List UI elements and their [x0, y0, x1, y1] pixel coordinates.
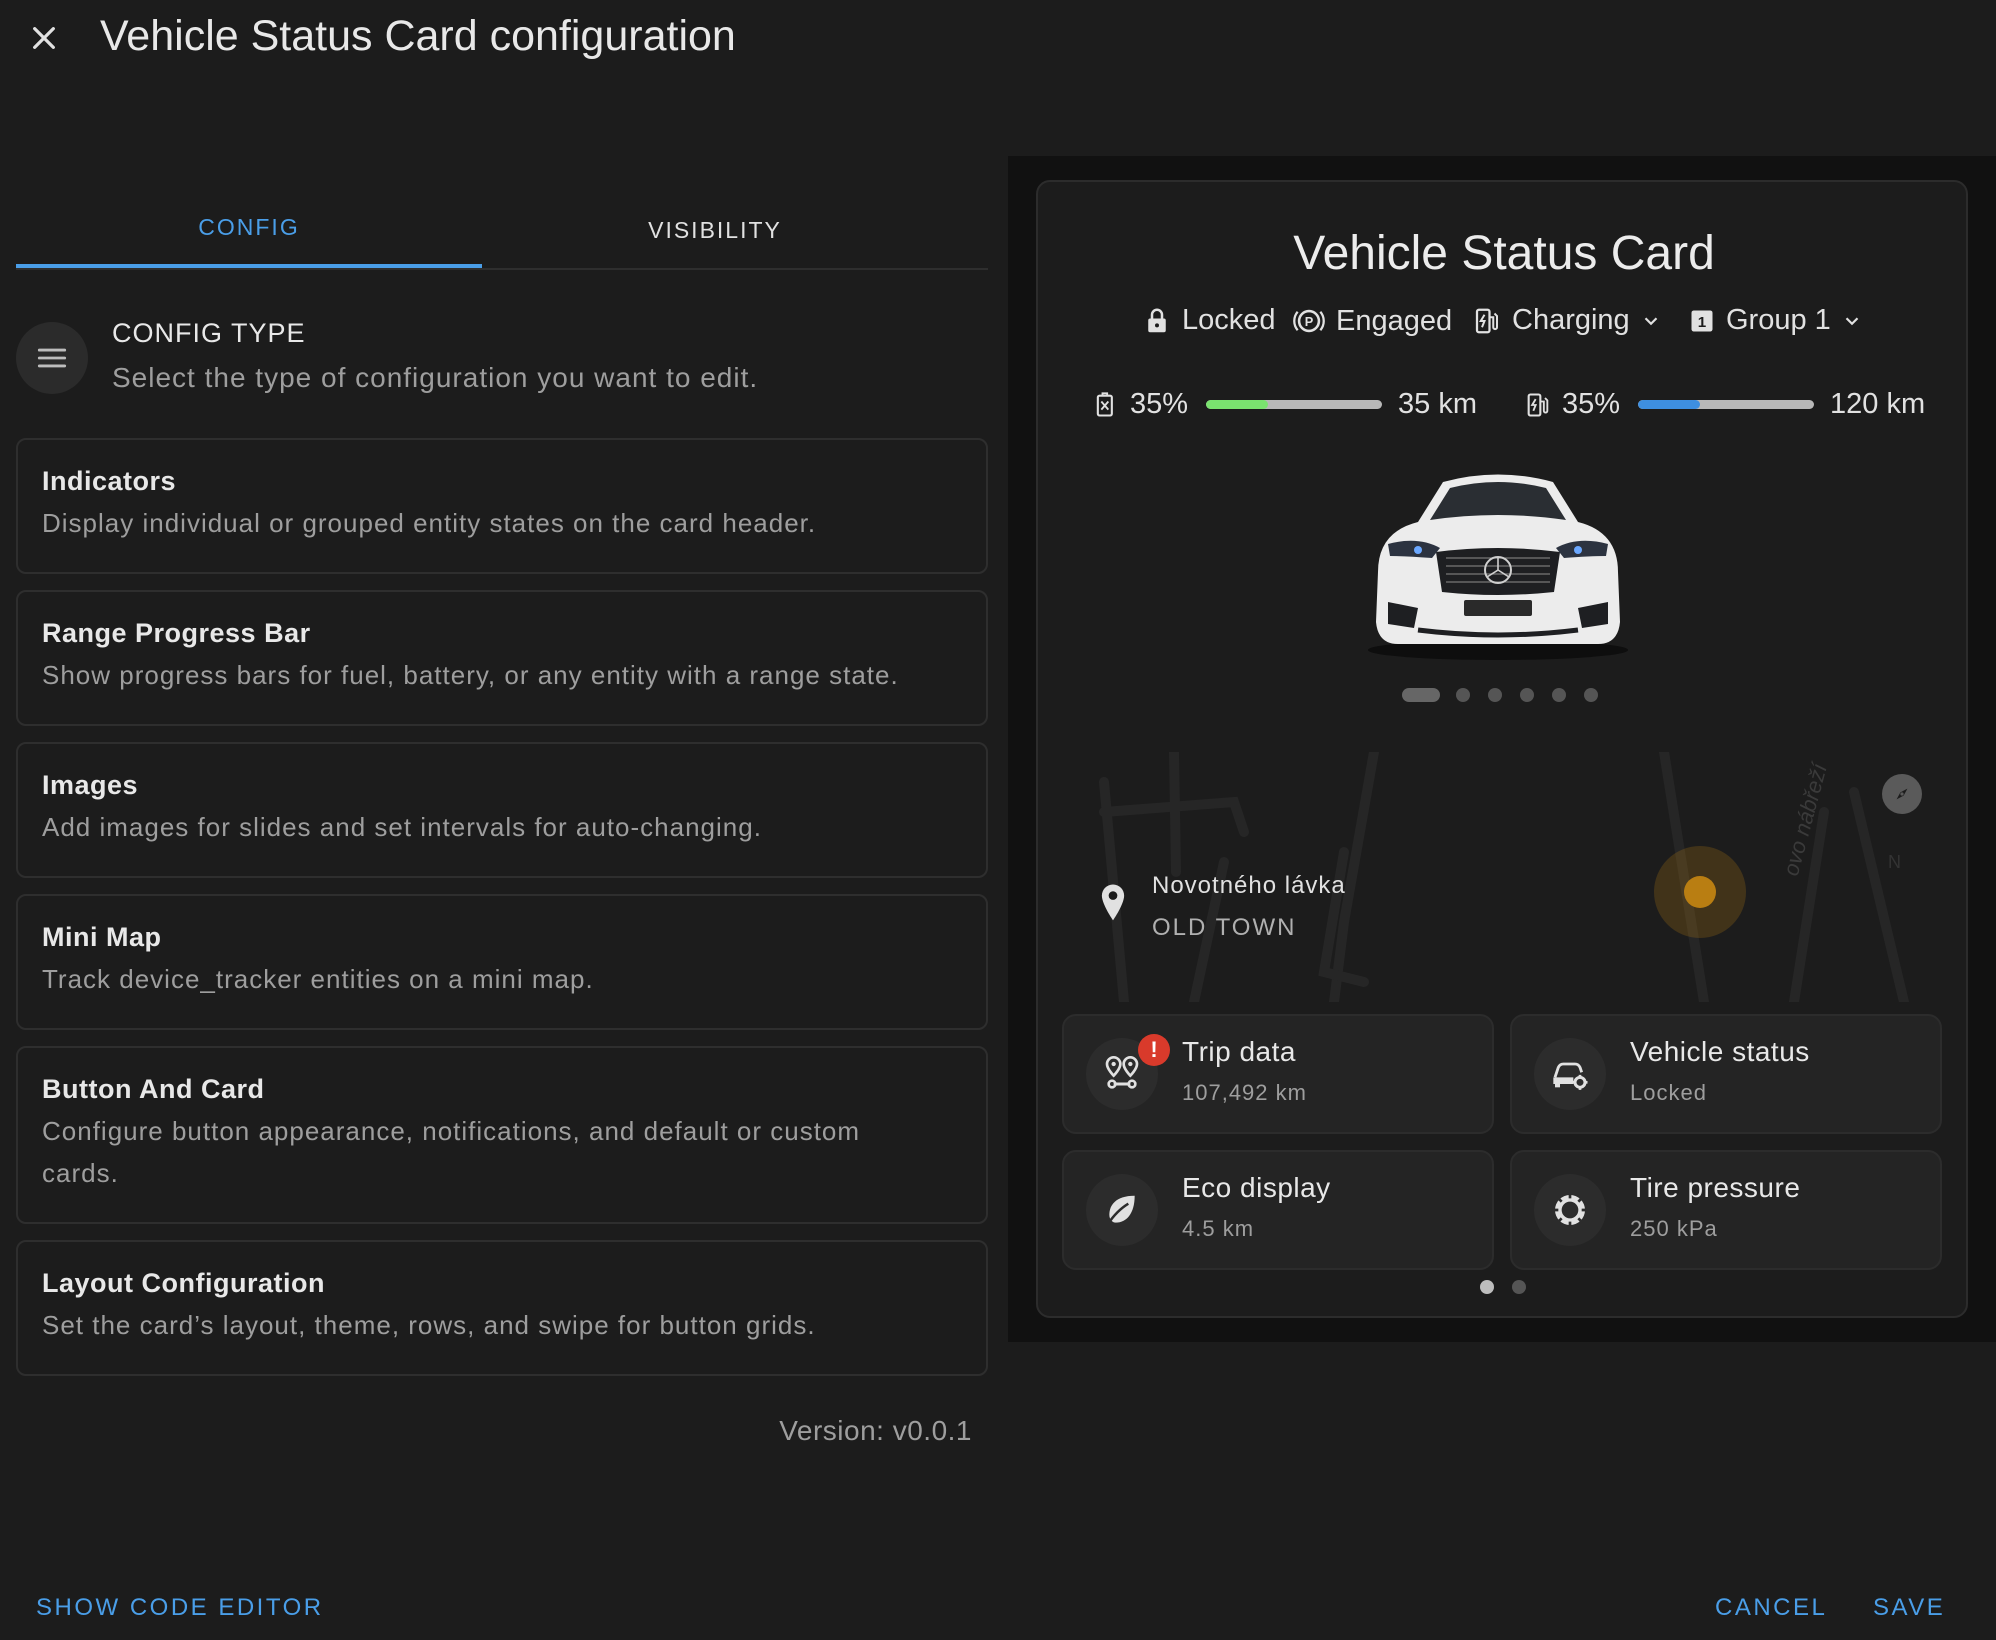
image-slide-dot[interactable]	[1456, 688, 1470, 702]
menu-icon	[37, 348, 67, 368]
card-title: Vehicle Status Card	[1293, 227, 1715, 280]
tile-title: Trip data	[1182, 1036, 1296, 1067]
map-pin-icon	[1101, 884, 1125, 921]
tile-icon-wrapper	[1534, 1038, 1606, 1110]
indicator-group-1[interactable]: 1 Group 1	[1688, 304, 1863, 337]
config-type-title: CONFIG TYPE	[112, 318, 306, 348]
chevron-down-icon	[1644, 316, 1657, 325]
map-corner-label: N	[1888, 852, 1901, 872]
tile-subtitle: Locked	[1630, 1080, 1707, 1105]
range-bar-fill	[1638, 400, 1700, 409]
map-marker-distance-icon	[1105, 1055, 1139, 1089]
tile-subtitle: 4.5 km	[1182, 1216, 1255, 1241]
range-distance: 35 km	[1398, 388, 1478, 420]
vehicle-status-card: Vehicle Status Card Locked P Engaged Cha…	[1036, 180, 1968, 1318]
range-bar-fuel[interactable]: 35% 35 km	[1092, 388, 1477, 421]
image-slide-dot[interactable]	[1520, 688, 1534, 702]
range-bar-track	[1206, 400, 1383, 409]
range-percent: 35%	[1562, 388, 1621, 420]
leaf-icon	[1106, 1195, 1135, 1225]
show-code-editor-button[interactable]: SHOW CODE EDITOR	[36, 1594, 324, 1622]
menu-card-title: Indicators	[42, 466, 177, 496]
tile-title: Eco display	[1182, 1172, 1331, 1203]
menu-card-title: Layout Configuration	[42, 1268, 325, 1298]
indicator-label: Engaged	[1336, 304, 1453, 337]
menu-card-button-and-card[interactable]: Button And Card Configure button appeara…	[16, 1046, 988, 1224]
menu-card-images[interactable]: Images Add images for slides and set int…	[16, 742, 988, 878]
close-button[interactable]	[20, 14, 68, 62]
map-location-marker[interactable]	[1684, 876, 1716, 908]
range-bar-battery[interactable]: 35% 120 km	[1524, 388, 1925, 421]
menu-card-description: Add images for slides and set intervals …	[42, 812, 762, 842]
chevron-down-icon	[1845, 316, 1859, 325]
map-compass-button[interactable]	[1882, 774, 1922, 814]
menu-card-description: Show progress bars for fuel, battery, or…	[42, 660, 899, 690]
map-area-name: OLD TOWN	[1152, 914, 1297, 941]
parking-brake-icon: P	[1293, 309, 1325, 333]
indicator-label: Locked	[1182, 304, 1276, 336]
save-button[interactable]: SAVE	[1873, 1594, 1945, 1622]
menu-card-description: Set the card’s layout, theme, rows, and …	[42, 1310, 816, 1340]
tile-subtitle: 107,492 km	[1182, 1080, 1307, 1105]
indicator-label: Group 1	[1726, 304, 1831, 336]
image-slide-dot[interactable]	[1584, 688, 1598, 702]
car-cog-icon	[1553, 1062, 1588, 1090]
image-slide-dot[interactable]	[1552, 688, 1566, 702]
image-slide-dot-active[interactable]	[1402, 688, 1440, 702]
svg-text:P: P	[1305, 314, 1314, 329]
button-page-dot-active[interactable]	[1480, 1280, 1494, 1294]
tile-title: Vehicle status	[1630, 1036, 1810, 1067]
notification-badge: !	[1138, 1034, 1170, 1066]
indicator-charging[interactable]: Charging	[1472, 304, 1662, 337]
range-distance: 120 km	[1830, 388, 1926, 420]
tab-config[interactable]: CONFIG	[16, 190, 482, 268]
menu-card-title: Mini Map	[42, 922, 162, 952]
fuel-icon	[1096, 391, 1113, 417]
button-tire-pressure[interactable]: Tire pressure 250 kPa	[1510, 1150, 1942, 1270]
indicator-label: Charging	[1512, 304, 1630, 336]
tile-title: Tire pressure	[1630, 1172, 1801, 1203]
menu-card-layout-configuration[interactable]: Layout Configuration Set the card’s layo…	[16, 1240, 988, 1376]
indicator-parking-brake[interactable]: P Engaged	[1292, 304, 1452, 338]
button-vehicle-status[interactable]: Vehicle status Locked	[1510, 1014, 1942, 1134]
config-type-menu-button[interactable]	[16, 322, 88, 394]
tab-visibility[interactable]: VISIBILITY	[482, 190, 948, 270]
indicator-lock[interactable]: Locked	[1142, 304, 1276, 337]
range-bar-fill	[1206, 400, 1268, 409]
menu-card-title: Range Progress Bar	[42, 618, 311, 648]
close-icon	[33, 27, 55, 49]
svg-text:1: 1	[1698, 313, 1706, 330]
menu-card-indicators[interactable]: Indicators Display individual or grouped…	[16, 438, 988, 574]
tire-icon	[1554, 1194, 1586, 1226]
tile-subtitle: 250 kPa	[1630, 1216, 1718, 1241]
menu-card-range-progress-bar[interactable]: Range Progress Bar Show progress bars fo…	[16, 590, 988, 726]
car-image[interactable]	[1348, 452, 1648, 662]
cancel-button[interactable]: CANCEL	[1715, 1594, 1827, 1622]
ev-station-icon	[1475, 308, 1498, 333]
range-bar-track	[1638, 400, 1815, 409]
menu-card-description: Display individual or grouped entity sta…	[42, 508, 817, 538]
tile-icon-wrapper	[1534, 1174, 1606, 1246]
dialog-title: Vehicle Status Card configuration	[100, 12, 736, 60]
config-type-description: Select the type of configuration you wan…	[112, 362, 759, 393]
ev-station-icon	[1527, 392, 1549, 417]
numeric-1-box-icon: 1	[1691, 310, 1713, 331]
menu-card-title: Button And Card	[42, 1074, 265, 1104]
image-slide-dot[interactable]	[1488, 688, 1502, 702]
tab-bar: CONFIG VISIBILITY	[16, 190, 988, 270]
compass-icon	[1896, 788, 1908, 800]
button-trip-data[interactable]: ! Trip data 107,492 km	[1062, 1014, 1494, 1134]
lock-icon	[1148, 308, 1166, 332]
range-percent: 35%	[1130, 388, 1189, 420]
map-street-name: Novotného lávka	[1152, 872, 1346, 899]
version-label: Version: v0.0.1	[779, 1415, 972, 1446]
menu-card-description: Track device_tracker entities on a mini …	[42, 964, 594, 994]
menu-card-title: Images	[42, 770, 139, 800]
tile-icon-wrapper	[1086, 1174, 1158, 1246]
menu-card-mini-map[interactable]: Mini Map Track device_tracker entities o…	[16, 894, 988, 1030]
button-page-dot[interactable]	[1512, 1280, 1526, 1294]
menu-card-description: Configure button appearance, notificatio…	[42, 1116, 861, 1188]
button-eco-display[interactable]: Eco display 4.5 km	[1062, 1150, 1494, 1270]
